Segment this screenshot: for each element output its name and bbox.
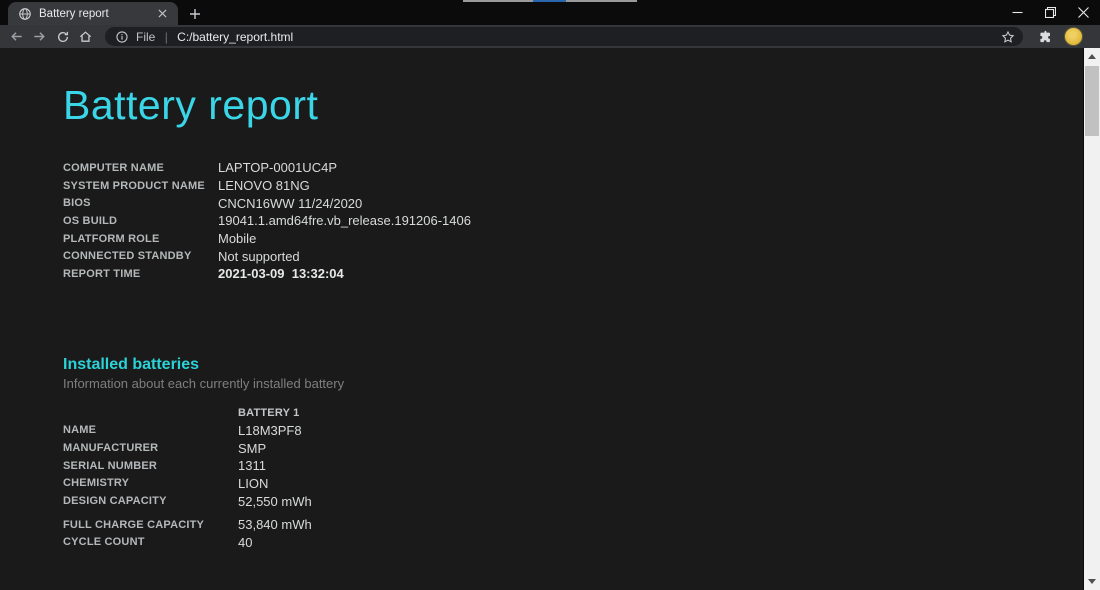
table-row: MANUFACTURER SMP [63, 439, 1083, 457]
installed-batteries-table: BATTERY 1 NAME L18M3PF8 MANUFACTURER SMP… [63, 404, 1083, 552]
table-header-row: BATTERY 1 [63, 404, 1083, 422]
battery-report-page: Battery report COMPUTER NAME LAPTOP-0001… [0, 48, 1083, 590]
info-value: CNCN16WW 11/24/2020 [218, 195, 363, 211]
info-value: LENOVO 81NG [218, 178, 310, 194]
back-arrow-icon[interactable] [5, 25, 28, 48]
row-value: 52,550 mWh [238, 493, 312, 509]
table-row: DESIGN CAPACITY 52,550 mWh [63, 492, 1083, 510]
row-label: CYCLE COUNT [63, 536, 145, 549]
row-value: SMP [238, 440, 267, 456]
section-subtitle: Information about each currently install… [63, 375, 345, 391]
top-edge-artifact [463, 0, 637, 2]
tab-battery-report[interactable]: Battery report [8, 2, 178, 25]
info-row: PLATFORM ROLE Mobile [63, 230, 1083, 248]
globe-icon [19, 7, 31, 20]
reload-icon[interactable] [51, 25, 74, 48]
info-value: 19041.1.amd64fre.vb_release.191206-1406 [218, 213, 471, 229]
section-heading-installed-batteries: Installed batteries [63, 355, 200, 373]
close-icon[interactable] [1067, 0, 1100, 25]
info-label: REPORT TIME [63, 267, 141, 280]
table-row: CYCLE COUNT 40 [63, 534, 1083, 552]
system-info-table: COMPUTER NAME LAPTOP-0001UC4P SYSTEM PRO… [63, 159, 1083, 283]
tab-title: Battery report [39, 7, 109, 20]
scrollbar-down-arrow-icon[interactable] [1084, 573, 1100, 590]
row-label: FULL CHARGE CAPACITY [63, 518, 205, 531]
info-row: COMPUTER NAME LAPTOP-0001UC4P [63, 159, 1083, 177]
row-label: CHEMISTRY [63, 477, 130, 490]
address-scheme: File [136, 29, 156, 44]
row-label: SERIAL NUMBER [63, 459, 158, 472]
table-row: SERIAL NUMBER 1311 [63, 457, 1083, 475]
info-row: BIOS CNCN16WW 11/24/2020 [63, 194, 1083, 212]
page-title: Battery report [63, 82, 319, 128]
window-controls [1001, 0, 1100, 25]
row-label: MANUFACTURER [63, 442, 159, 455]
row-value: 40 [238, 534, 253, 550]
row-value: 53,840 mWh [238, 517, 312, 533]
scrollbar-up-arrow-icon[interactable] [1084, 48, 1100, 65]
info-row: SYSTEM PRODUCT NAME LENOVO 81NG [63, 177, 1083, 195]
tab-close-icon[interactable] [154, 6, 170, 22]
row-value: LION [238, 475, 269, 491]
new-tab-button[interactable] [186, 5, 203, 22]
row-label: DESIGN CAPACITY [63, 495, 167, 508]
info-row: CONNECTED STANDBY Not supported [63, 247, 1083, 265]
home-icon[interactable] [74, 25, 97, 48]
tab-bar: Battery report [0, 0, 1100, 25]
row-value: 1311 [238, 458, 266, 474]
restore-icon[interactable] [1034, 0, 1067, 25]
page-scrollbar[interactable] [1083, 48, 1100, 590]
address-text: File | C:/battery_report.html [136, 30, 999, 44]
address-url: C:/battery_report.html [177, 29, 294, 44]
minimize-icon[interactable] [1001, 0, 1034, 25]
info-label: COMPUTER NAME [63, 161, 164, 174]
table-row: CHEMISTRY LION [63, 475, 1083, 493]
info-row: OS BUILD 19041.1.amd64fre.vb_release.191… [63, 212, 1083, 230]
info-icon[interactable] [115, 30, 129, 44]
info-value-report-time: 2021-03-09 13:32:04 [218, 266, 344, 282]
row-value: L18M3PF8 [238, 422, 302, 438]
table-row: NAME L18M3PF8 [63, 422, 1083, 440]
scrollbar-thumb[interactable] [1085, 66, 1099, 136]
info-value: Mobile [218, 231, 257, 247]
address-bar[interactable]: File | C:/battery_report.html [105, 27, 1023, 46]
browser-toolbar: File | C:/battery_report.html [0, 25, 1100, 48]
bookmark-star-icon[interactable] [999, 28, 1017, 46]
toolbar-right-cluster [1033, 26, 1100, 48]
info-label: BIOS [63, 197, 91, 210]
info-row: REPORT TIME 2021-03-09 13:32:04 [63, 265, 1083, 283]
row-label: NAME [63, 424, 97, 437]
extensions-puzzle-icon[interactable] [1033, 26, 1055, 48]
table-row: FULL CHARGE CAPACITY 53,840 mWh [63, 516, 1083, 534]
browser-window: Battery report File | C:/battery_report.… [0, 0, 1100, 590]
profile-avatar[interactable] [1064, 27, 1083, 46]
forward-arrow-icon[interactable] [28, 25, 51, 48]
info-value: LAPTOP-0001UC4P [218, 160, 337, 176]
info-label: OS BUILD [63, 214, 118, 227]
info-label: CONNECTED STANDBY [63, 250, 192, 263]
info-value: Not supported [218, 248, 300, 264]
address-separator: | [164, 29, 168, 44]
column-header-battery-1: BATTERY 1 [238, 406, 300, 419]
info-label: SYSTEM PRODUCT NAME [63, 179, 205, 192]
menu-dots-icon[interactable] [1091, 26, 1100, 48]
info-label: PLATFORM ROLE [63, 232, 160, 245]
